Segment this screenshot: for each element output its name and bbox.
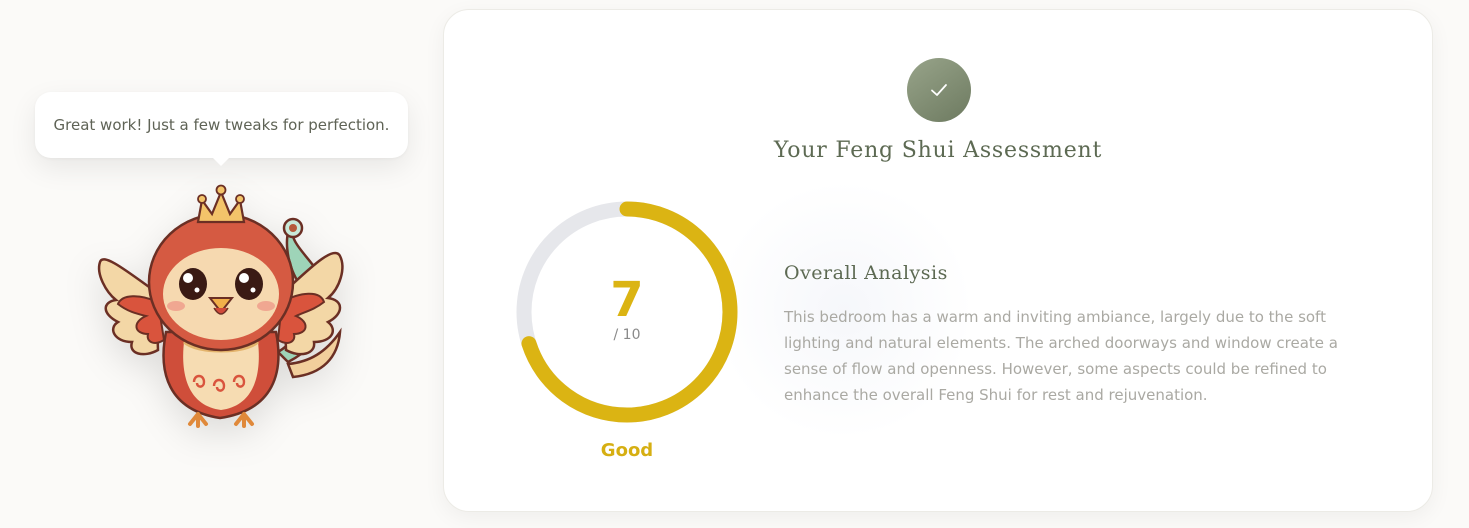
score-max: / 10 <box>613 327 641 343</box>
assessment-card: Your Feng Shui Assessment 7 / 10 Good Ov… <box>443 9 1433 512</box>
success-badge <box>907 58 971 122</box>
phoenix-mascot-icon <box>97 184 344 428</box>
score-value: 7 <box>610 272 644 328</box>
page-title: Your Feng Shui Assessment <box>773 138 1103 163</box>
speech-bubble: Great work! Just a few tweaks for perfec… <box>35 92 408 166</box>
speech-bubble-text: Great work! Just a few tweaks for perfec… <box>53 116 390 134</box>
analysis-text: This bedroom has a warm and inviting amb… <box>784 308 1338 404</box>
score-rating: Good <box>600 440 654 461</box>
checkmark-icon <box>931 84 947 96</box>
results-screen: Great work! Just a few tweaks for perfec… <box>0 0 1469 528</box>
analysis-heading: Overall Analysis <box>784 262 948 284</box>
